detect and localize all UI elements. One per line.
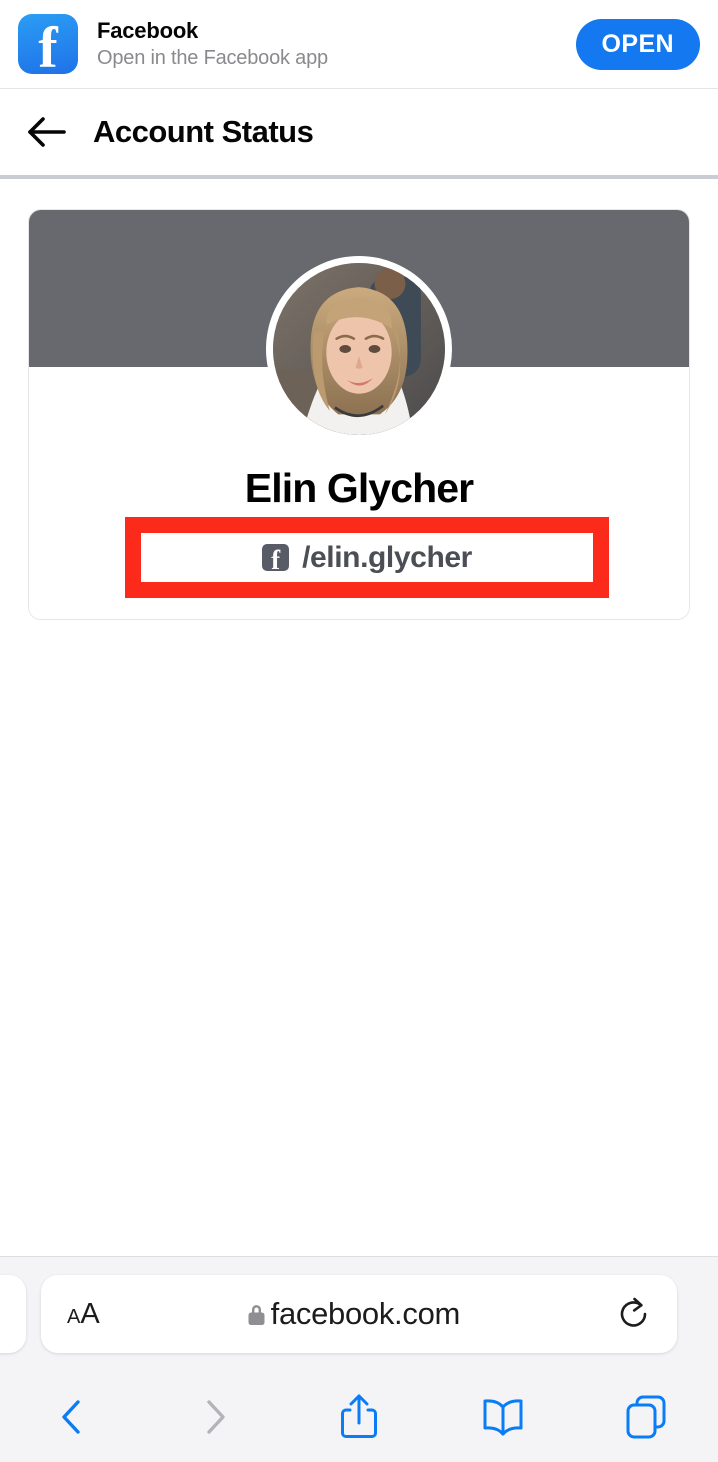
- reload-icon[interactable]: [617, 1297, 651, 1331]
- url-bar[interactable]: AA facebook.com: [41, 1275, 677, 1353]
- facebook-f-glyph: f: [38, 14, 58, 74]
- share-icon[interactable]: [287, 1392, 431, 1442]
- profile-card: Elin Glycher f /elin.glycher: [28, 209, 690, 620]
- avatar[interactable]: [266, 256, 452, 442]
- header-divider: [0, 175, 718, 179]
- safari-browser-screen: f Facebook Open in the Facebook app OPEN…: [0, 0, 718, 1462]
- url-text: facebook.com: [270, 1296, 461, 1331]
- lock-icon: [247, 1303, 266, 1326]
- tab-strip: AA facebook.com: [0, 1257, 718, 1371]
- facebook-badge-glyph: f: [271, 545, 281, 575]
- safari-toolbar: [0, 1371, 718, 1462]
- app-banner-subtitle: Open in the Facebook app: [97, 47, 328, 69]
- adjacent-tab-card[interactable]: [0, 1275, 26, 1353]
- safari-bottom-chrome: AA facebook.com: [0, 1256, 718, 1462]
- forward-icon: [144, 1395, 288, 1439]
- page-nav-header: Account Status: [0, 89, 718, 175]
- profile-handle-row[interactable]: f /elin.glycher: [141, 533, 593, 582]
- page-title: Account Status: [93, 114, 314, 149]
- avatar-image: [273, 263, 445, 435]
- smart-app-banner: f Facebook Open in the Facebook app OPEN: [0, 0, 718, 89]
- tabs-icon[interactable]: [574, 1394, 718, 1440]
- back-arrow-icon[interactable]: [24, 109, 70, 155]
- facebook-app-icon: f: [18, 14, 78, 74]
- open-app-button[interactable]: OPEN: [575, 18, 700, 70]
- facebook-badge-icon: f: [262, 544, 290, 575]
- app-banner-title: Facebook: [97, 18, 199, 43]
- profile-display-name: Elin Glycher: [244, 465, 474, 511]
- back-icon[interactable]: [0, 1395, 144, 1439]
- app-banner-text: Facebook Open in the Facebook app: [97, 18, 576, 70]
- profile-handle-text: /elin.glycher: [302, 540, 472, 574]
- aa-small-letter: A: [67, 1305, 81, 1328]
- handle-highlight-annotation: f /elin.glycher: [125, 517, 609, 598]
- url-center-group: facebook.com: [90, 1296, 617, 1332]
- bookmarks-icon[interactable]: [431, 1395, 575, 1439]
